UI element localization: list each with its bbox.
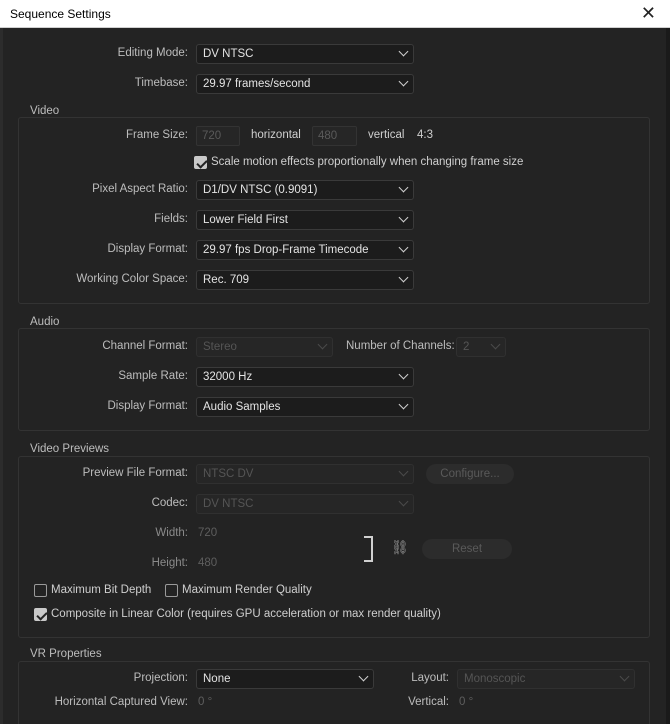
video-previews-section-title: Video Previews: [28, 443, 112, 455]
link-icon[interactable]: ⛓: [391, 539, 409, 556]
chevron-down-icon: [317, 339, 328, 350]
scale-motion-checkbox[interactable]: [194, 156, 207, 169]
horizontal-label: horizontal: [251, 129, 301, 141]
frame-width-field[interactable]: 720: [196, 126, 240, 146]
chevron-down-icon: [398, 369, 409, 380]
chevron-down-icon: [398, 242, 409, 253]
layout-value: Monoscopic: [464, 673, 526, 685]
channel-format-label: Channel Format:: [102, 340, 188, 352]
chevron-down-icon: [398, 399, 409, 410]
preview-width-value[interactable]: 720: [198, 527, 217, 539]
pixel-aspect-select[interactable]: D1/DV NTSC (0.9091): [196, 180, 414, 200]
audio-display-format-value: Audio Samples: [203, 401, 281, 413]
color-space-select[interactable]: Rec. 709: [196, 270, 414, 290]
frame-size-label: Frame Size:: [126, 129, 188, 141]
preview-height-label: Height:: [151, 557, 188, 569]
channel-format-select[interactable]: Stereo: [196, 337, 333, 357]
preview-height-value[interactable]: 480: [198, 557, 217, 569]
projection-label: Projection:: [133, 672, 188, 684]
fields-select[interactable]: Lower Field First: [196, 210, 414, 230]
scale-motion-label: Scale motion effects proportionally when…: [211, 156, 524, 168]
color-space-value: Rec. 709: [203, 274, 250, 286]
audio-section-title: Audio: [28, 316, 62, 328]
num-channels-label: Number of Channels:: [346, 340, 455, 352]
codec-label: Codec:: [151, 497, 188, 509]
reset-button[interactable]: Reset: [422, 539, 512, 559]
chevron-down-icon: [398, 46, 409, 57]
chevron-down-icon: [358, 671, 369, 682]
video-display-format-value: 29.97 fps Drop-Frame Timecode: [203, 244, 369, 256]
right-edge: [666, 28, 670, 724]
editing-mode-select[interactable]: DV NTSC: [196, 44, 414, 64]
composite-linear-checkbox[interactable]: [34, 608, 47, 621]
chevron-down-icon: [398, 466, 409, 477]
title-bar: Sequence Settings ✕: [0, 0, 670, 28]
close-icon[interactable]: ✕: [641, 3, 656, 23]
link-bracket: [364, 536, 373, 562]
video-display-format-label: Display Format:: [107, 243, 188, 255]
sample-rate-select[interactable]: 32000 Hz: [196, 367, 414, 387]
vr-properties-section-title: VR Properties: [28, 648, 104, 660]
timebase-value: 29.97 frames/second: [203, 78, 311, 90]
chevron-down-icon: [398, 182, 409, 193]
projection-value: None: [203, 673, 231, 685]
chevron-down-icon: [398, 212, 409, 223]
codec-value: DV NTSC: [203, 498, 254, 510]
horizontal-captured-view-value[interactable]: 0 °: [198, 696, 212, 708]
pixel-aspect-label: Pixel Aspect Ratio:: [92, 183, 188, 195]
audio-display-format-label: Display Format:: [107, 400, 188, 412]
video-display-format-select[interactable]: 29.97 fps Drop-Frame Timecode: [196, 240, 414, 260]
preview-file-format-label: Preview File Format:: [82, 467, 188, 479]
sample-rate-value: 32000 Hz: [203, 371, 253, 383]
max-render-quality-label: Maximum Render Quality: [182, 584, 312, 596]
timebase-label: Timebase:: [134, 77, 188, 89]
audio-display-format-select[interactable]: Audio Samples: [196, 397, 414, 417]
chevron-down-icon: [398, 272, 409, 283]
configure-button[interactable]: Configure...: [426, 464, 514, 484]
horizontal-captured-view-label: Horizontal Captured View:: [54, 696, 188, 708]
preview-file-format-select[interactable]: NTSC DV: [196, 464, 414, 484]
fields-label: Fields:: [154, 213, 188, 225]
frame-height-field[interactable]: 480: [312, 126, 357, 146]
layout-select[interactable]: Monoscopic: [457, 669, 635, 689]
video-section-title: Video: [28, 105, 62, 117]
aspect-ratio-text: 4:3: [417, 129, 433, 141]
channel-format-value: Stereo: [203, 341, 237, 353]
fields-value: Lower Field First: [203, 214, 288, 226]
max-bit-depth-checkbox[interactable]: [34, 584, 47, 597]
chevron-down-icon: [398, 496, 409, 507]
editing-mode-value: DV NTSC: [203, 48, 254, 60]
sample-rate-label: Sample Rate:: [118, 370, 188, 382]
editing-mode-label: Editing Mode:: [117, 47, 188, 59]
codec-select[interactable]: DV NTSC: [196, 494, 414, 514]
preview-width-label: Width:: [155, 527, 188, 539]
pixel-aspect-value: D1/DV NTSC (0.9091): [203, 184, 318, 196]
color-space-label: Working Color Space:: [76, 273, 188, 285]
chevron-down-icon: [398, 76, 409, 87]
projection-select[interactable]: None: [196, 669, 374, 689]
timebase-select[interactable]: 29.97 frames/second: [196, 74, 414, 94]
chevron-down-icon: [490, 339, 501, 350]
num-channels-value: 2: [463, 341, 470, 353]
vr-vertical-value[interactable]: 0 °: [459, 696, 473, 708]
composite-linear-label: Composite in Linear Color (requires GPU …: [51, 608, 441, 620]
max-render-quality-checkbox[interactable]: [165, 584, 178, 597]
layout-label: Layout:: [411, 672, 449, 684]
chevron-down-icon: [619, 671, 630, 682]
vr-vertical-label: Vertical:: [408, 696, 449, 708]
preview-file-format-value: NTSC DV: [203, 468, 254, 480]
max-bit-depth-label: Maximum Bit Depth: [51, 584, 152, 596]
num-channels-select[interactable]: 2: [456, 337, 506, 357]
window-title: Sequence Settings: [10, 7, 111, 21]
vertical-label: vertical: [368, 129, 405, 141]
